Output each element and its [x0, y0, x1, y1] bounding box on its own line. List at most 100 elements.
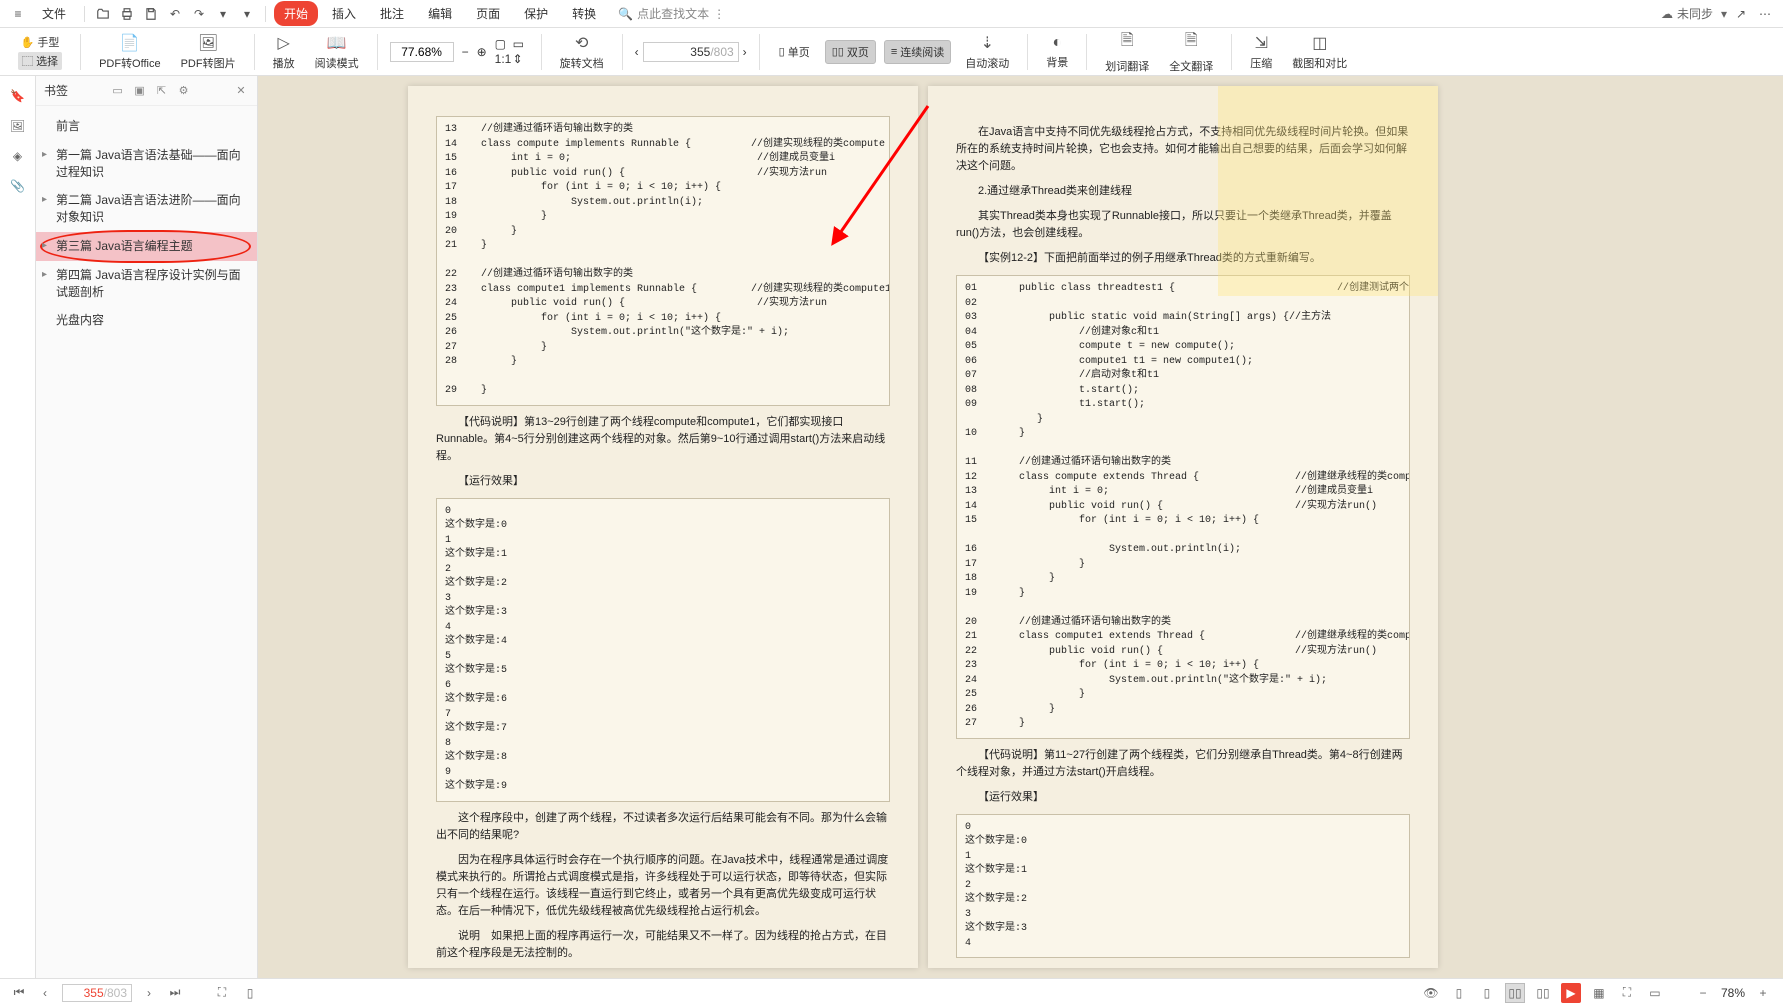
menu-icon[interactable]: ≡	[8, 4, 28, 24]
menu-bar: ≡ 文件 ↶ ↷ ▾ ▾ 开始 插入 批注 编辑 页面 保护 转换 🔍 点此查找…	[0, 0, 1783, 28]
prev-page-icon[interactable]: ‹	[36, 986, 54, 1000]
compress-icon: ⇲	[1255, 33, 1268, 53]
view-cont-icon[interactable]: ▯	[1477, 983, 1497, 1003]
code-desc-1: 【代码说明】第13~29行创建了两个线程compute和compute1，它们都…	[436, 414, 890, 465]
bookmark-expand-icon[interactable]: ▣	[132, 83, 148, 99]
tab-protect[interactable]: 保护	[514, 1, 558, 26]
pdf-to-image-button[interactable]: 🖼PDF转图片	[175, 31, 242, 73]
toc-label: 第二篇 Java语言语法进阶——面向对象知识	[56, 193, 241, 224]
bookmark-link-icon[interactable]: ⇱	[154, 83, 170, 99]
zoom-input[interactable]	[390, 42, 454, 62]
fit-height-icon[interactable]: ⇕	[513, 52, 529, 66]
save-icon[interactable]	[141, 4, 161, 24]
rotate-button[interactable]: ⟲旋转文档	[554, 31, 610, 73]
actual-size-icon[interactable]: 1:1	[495, 52, 511, 66]
share-icon[interactable]: ↗	[1731, 4, 1751, 24]
thumbnail-icon[interactable]: 🖼	[8, 116, 28, 136]
zoom-in-status-icon[interactable]: +	[1753, 983, 1773, 1003]
tab-insert[interactable]: 插入	[322, 1, 366, 26]
tab-annot[interactable]: 批注	[370, 1, 414, 26]
menu-file[interactable]: 文件	[32, 1, 76, 26]
thumb-status-icon[interactable]: ▦	[1589, 983, 1609, 1003]
toc-cd[interactable]: 光盘内容	[36, 306, 257, 335]
output-block-2: 0 这个数字是:0 1 这个数字是:1 2 这个数字是:2 3 这个数字是:3 …	[956, 814, 1410, 959]
dropdown1-icon[interactable]: ▾	[213, 4, 233, 24]
bookmark-settings-icon[interactable]: ⚙	[176, 83, 192, 99]
redo-icon[interactable]: ↷	[189, 4, 209, 24]
attachment-icon[interactable]: 📎	[8, 176, 28, 196]
sidebar-title: 书签	[44, 82, 68, 99]
reader-icon[interactable]: ▭	[1645, 983, 1665, 1003]
first-page-icon[interactable]: ⏮	[10, 985, 28, 1000]
toc-preface[interactable]: 前言	[36, 112, 257, 141]
translate-icon: 🗎	[1121, 29, 1134, 56]
continuous-button[interactable]: ≡连续阅读	[884, 40, 951, 64]
view-single-icon[interactable]: ▯	[1449, 983, 1469, 1003]
double-page-button[interactable]: ▯▯双页	[825, 40, 876, 64]
run-label-1: 【运行效果】	[436, 473, 890, 490]
next-page-icon[interactable]: ›	[140, 986, 158, 1000]
pdf-to-office-button[interactable]: 📄PDF转Office	[93, 31, 167, 73]
bookmark-icon[interactable]: 🔖	[8, 86, 28, 106]
page-current[interactable]: 355	[690, 45, 710, 59]
search-box[interactable]: 🔍 点此查找文本 ⋮	[618, 5, 725, 22]
page-prev-icon[interactable]: ‹	[635, 45, 639, 59]
zoom-value: 78%	[1721, 986, 1745, 1000]
tab-edit[interactable]: 编辑	[418, 1, 462, 26]
page-next-icon[interactable]: ›	[743, 45, 747, 59]
single-page-button[interactable]: ▯单页	[772, 40, 817, 64]
autoscroll-button[interactable]: ⇣自动滚动	[959, 31, 1015, 73]
page-mode-icon[interactable]: ▯	[240, 983, 260, 1003]
tab-start[interactable]: 开始	[274, 1, 318, 26]
zoom-out-status-icon[interactable]: −	[1693, 983, 1713, 1003]
rotate-label: 旋转文档	[560, 55, 604, 71]
play-button[interactable]: ▷播放	[267, 31, 301, 73]
undo-icon[interactable]: ↶	[165, 4, 185, 24]
sel-translate-button[interactable]: 🗎划词翻译	[1099, 27, 1155, 76]
toc-label: 第四篇 Java语言程序设计实例与面试题剖析	[56, 268, 241, 299]
status-total: /803	[104, 986, 127, 1000]
tool-hand[interactable]: 手型	[37, 37, 59, 49]
dropdown2-icon[interactable]: ▾	[237, 4, 257, 24]
toc-part1[interactable]: ▸第一篇 Java语言语法基础——面向过程知识	[36, 141, 257, 187]
open-icon[interactable]	[93, 4, 113, 24]
zoom-out-icon[interactable]: −	[462, 45, 469, 59]
search-placeholder: 点此查找文本	[637, 5, 709, 22]
view-double-icon[interactable]: ▯▯	[1505, 983, 1525, 1003]
background-button[interactable]: ◐背景	[1040, 32, 1074, 72]
play-status-icon[interactable]: ▶	[1561, 983, 1581, 1003]
bookmark-add-icon[interactable]: ▭	[110, 83, 126, 99]
tab-page[interactable]: 页面	[466, 1, 510, 26]
compress-button[interactable]: ⇲ 压缩	[1244, 31, 1278, 73]
status-page[interactable]: 355	[84, 986, 104, 1000]
print-icon[interactable]	[117, 4, 137, 24]
book-icon: 📖	[327, 33, 347, 53]
sync-status[interactable]: ☁ 未同步 ▾	[1661, 5, 1727, 22]
sidebar-close-icon[interactable]: ✕	[233, 83, 249, 99]
full-translate-button[interactable]: 🗎全文翻译	[1163, 27, 1219, 76]
fit-width-icon[interactable]: ▭	[513, 37, 529, 51]
select-icon: ⬚	[22, 56, 33, 68]
fullscreen-icon[interactable]: ⛶	[1617, 983, 1637, 1003]
read-mode-button[interactable]: 📖阅读模式	[309, 31, 365, 73]
office-icon: 📄	[120, 33, 140, 53]
compress-label: 压缩	[1250, 55, 1272, 71]
fit-page-icon[interactable]: ▢	[495, 37, 511, 51]
background-icon: ◐	[1052, 34, 1062, 52]
more-icon-2[interactable]: ⋯	[1755, 4, 1775, 24]
eye-protect-icon[interactable]: 👁	[1421, 983, 1441, 1003]
sync-label: 未同步	[1677, 5, 1713, 22]
chevron-right-icon: ▸	[42, 148, 47, 162]
toc-part3[interactable]: ▸第三篇 Java语言编程主题	[36, 232, 257, 261]
toc-part2[interactable]: ▸第二篇 Java语言语法进阶——面向对象知识	[36, 186, 257, 232]
view-double-cont-icon[interactable]: ▯▯	[1533, 983, 1553, 1003]
compare-button[interactable]: ◫截图和对比	[1286, 31, 1353, 73]
toc-part4[interactable]: ▸第四篇 Java语言程序设计实例与面试题剖析	[36, 261, 257, 307]
tab-convert[interactable]: 转换	[562, 1, 606, 26]
fit-icon[interactable]: ⛶	[212, 983, 232, 1003]
zoom-in-icon[interactable]: ⊕	[477, 45, 487, 59]
document-viewport[interactable]: 13 //创建通过循环语句输出数字的类 14 class compute imp…	[258, 76, 1783, 978]
last-page-icon[interactable]: ⏭	[166, 985, 184, 1000]
layer-icon[interactable]: ◈	[8, 146, 28, 166]
tool-select[interactable]: 选择	[36, 56, 58, 68]
